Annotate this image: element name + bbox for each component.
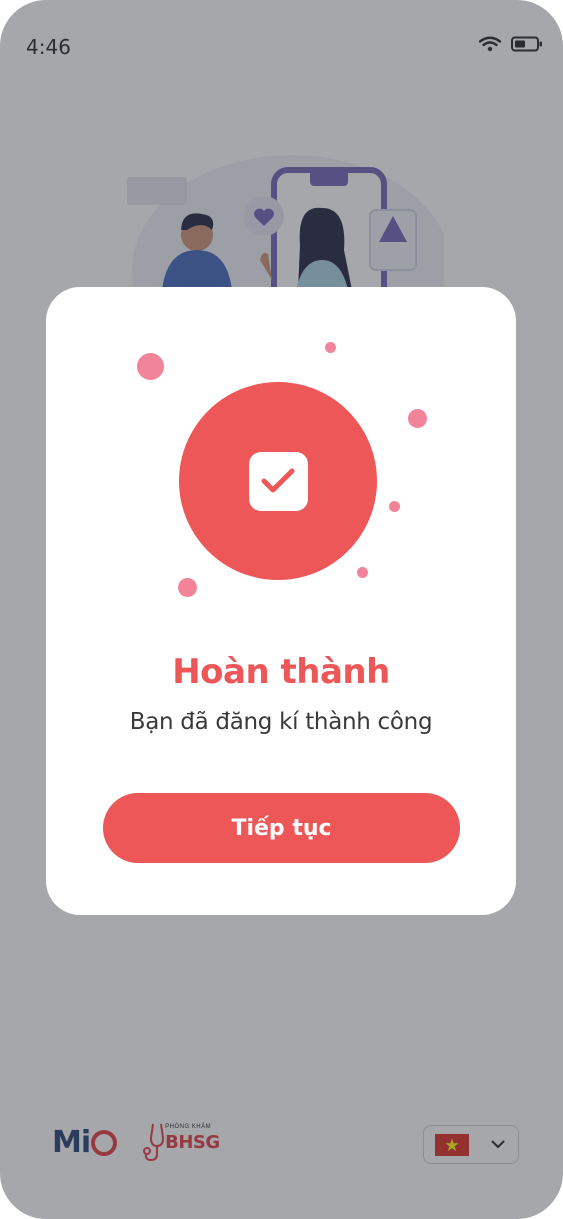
decor-dot (357, 567, 368, 578)
success-modal: Hoàn thành Bạn đã đăng kí thành công Tiế… (46, 287, 516, 915)
success-circle (179, 382, 377, 580)
modal-title: Hoàn thành (172, 652, 390, 692)
decor-dot (178, 578, 197, 597)
continue-button[interactable]: Tiếp tục (103, 793, 460, 863)
modal-message: Bạn đã đăng kí thành công (129, 709, 433, 735)
checkbox-checked-icon (248, 451, 308, 511)
decor-dot (389, 501, 400, 512)
phone-screen: 4:46 Mi PHÒNG KHÁM BHSG Hoàn thành Bạn đ… (0, 0, 563, 1219)
decor-dot (137, 353, 164, 380)
decor-dot (408, 409, 427, 428)
decor-dot (325, 342, 336, 353)
